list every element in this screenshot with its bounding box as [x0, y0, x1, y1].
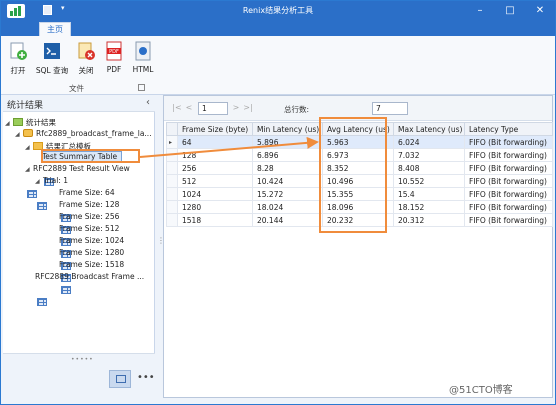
watermark: @51CTO博客 — [449, 385, 513, 396]
app-window: ▾ Renix结果分析工具 – □ ✕ 主页 打开 SQL 查询 关闭 PDF … — [0, 0, 556, 405]
annotation-arrow-icon — [139, 136, 319, 158]
